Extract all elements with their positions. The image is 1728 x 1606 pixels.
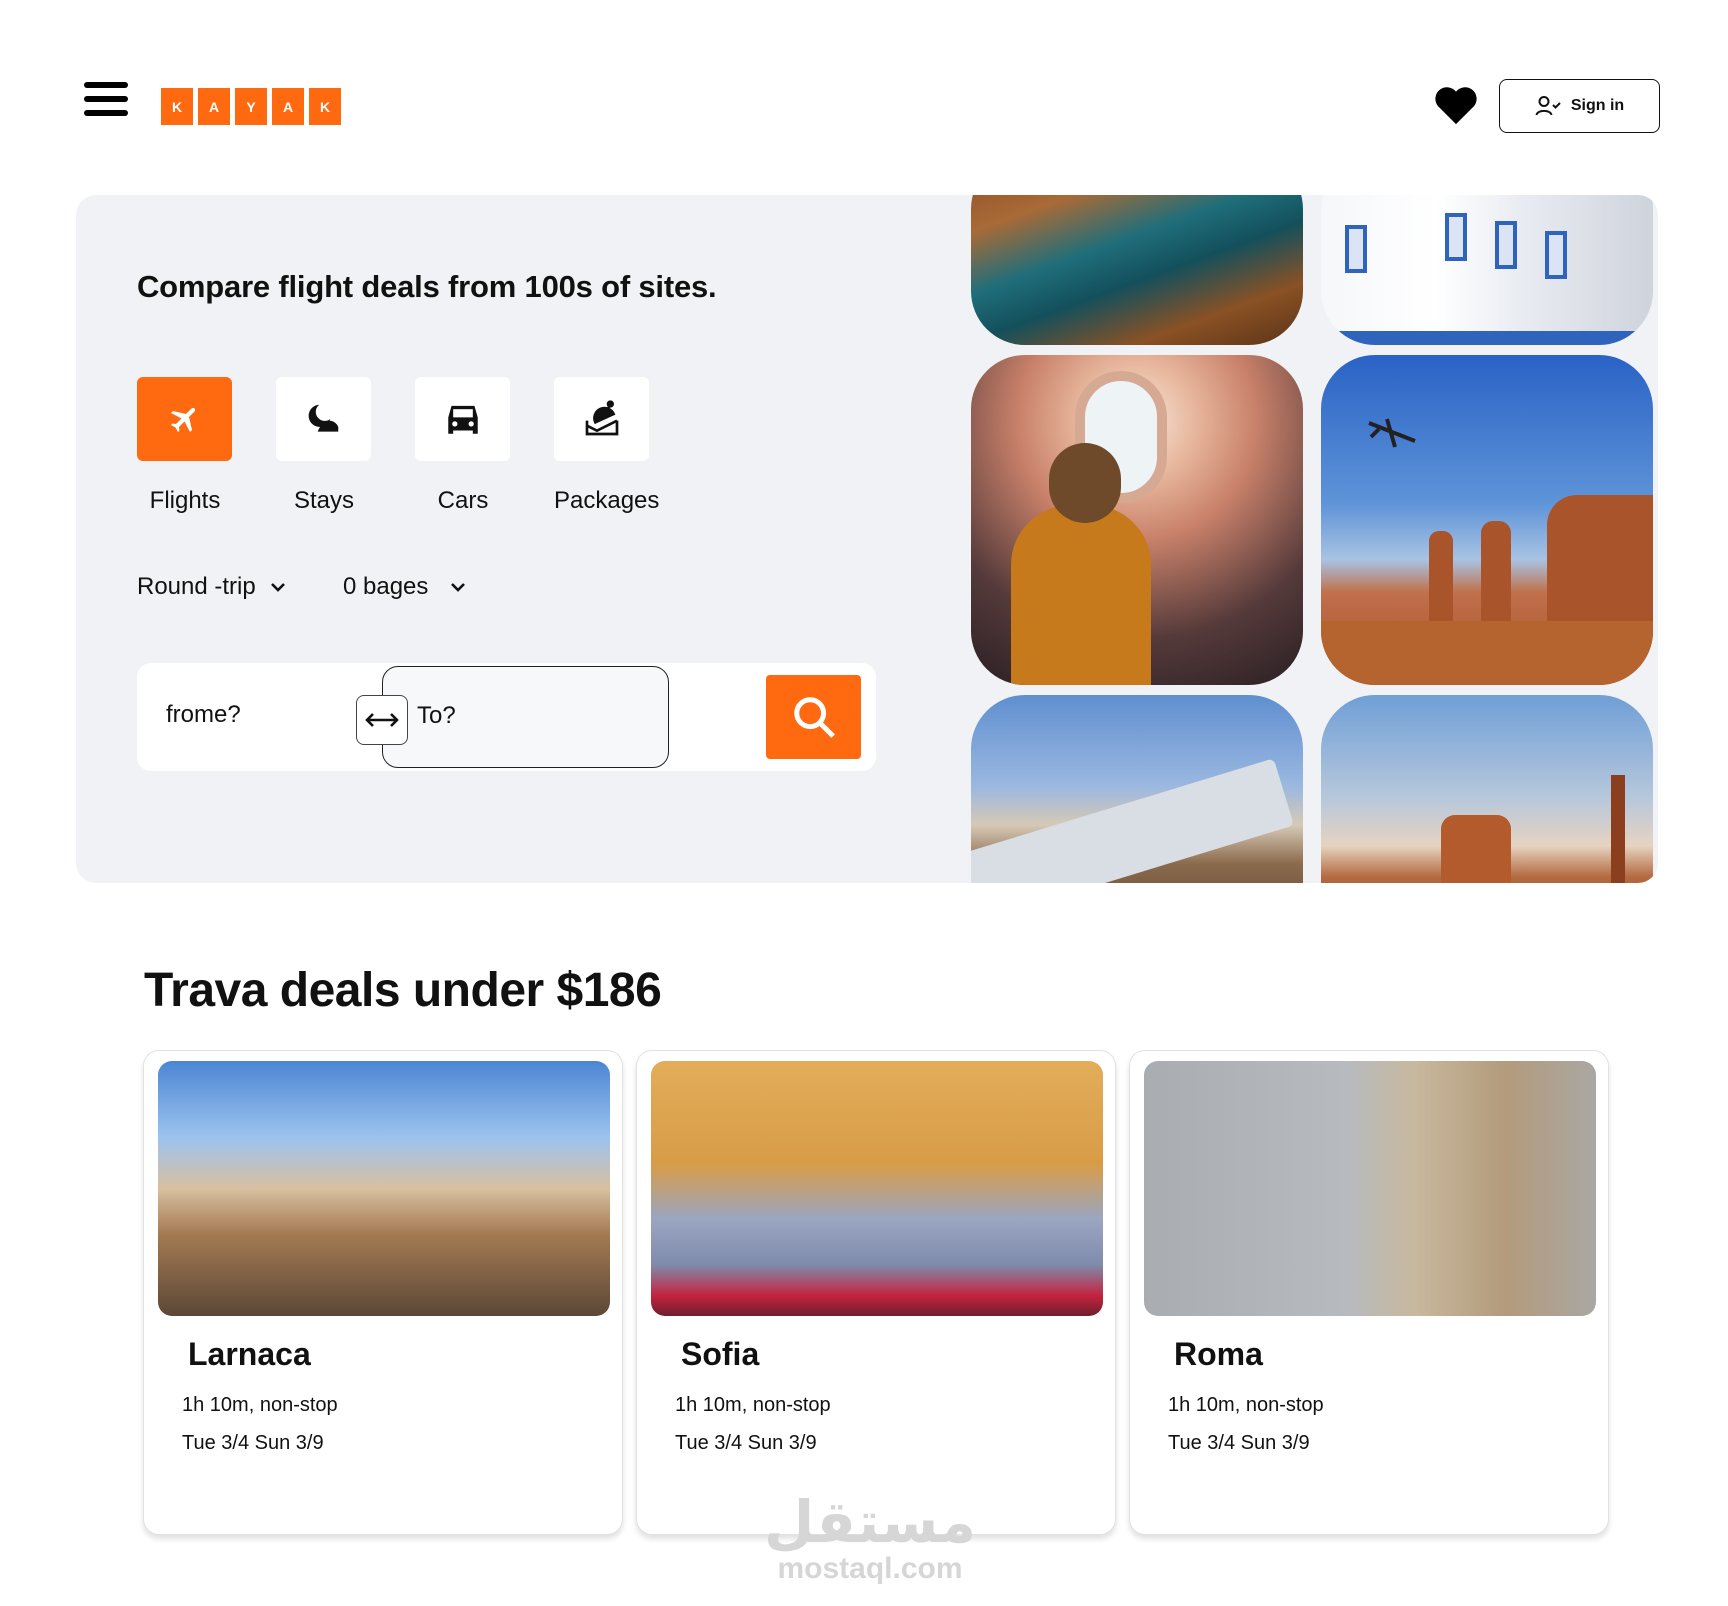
tab-cars[interactable]: Cars bbox=[415, 377, 511, 515]
deal-city: Sofia bbox=[681, 1336, 760, 1372]
tab-cars-label: Cars bbox=[437, 487, 489, 514]
airplane-icon bbox=[170, 407, 195, 433]
kayak-logo[interactable]: K A Y A K bbox=[161, 88, 341, 125]
bags-dropdown[interactable]: 0 bages bbox=[343, 573, 466, 601]
tab-flights-label: Flights bbox=[149, 487, 221, 514]
desert-plane-photo bbox=[1321, 355, 1653, 685]
to-input[interactable]: To? bbox=[382, 666, 669, 768]
deal-card-sofia[interactable]: Sofia 1h 10m, non-stop Tue 3/4 Sun 3/9 bbox=[636, 1050, 1116, 1535]
tab-stays-label: Stays bbox=[293, 487, 355, 514]
aerial-canyon-photo bbox=[971, 195, 1303, 345]
from-input[interactable]: frome? bbox=[166, 701, 241, 729]
deal-dates: Tue 3/4 Sun 3/9 bbox=[1168, 1432, 1310, 1454]
trip-type-dropdown[interactable]: Round -trip bbox=[137, 573, 286, 601]
car-icon bbox=[447, 405, 478, 434]
deal-card-roma[interactable]: Roma 1h 10m, non-stop Tue 3/4 Sun 3/9 bbox=[1129, 1050, 1609, 1535]
deal-city: Larnaca bbox=[188, 1336, 311, 1372]
trip-type-value: Round -trip bbox=[137, 573, 256, 600]
sign-in-button[interactable]: Sign in bbox=[1499, 79, 1660, 133]
moon-bed-icon bbox=[308, 404, 338, 432]
hero-title: Compare flight deals from 100s of sites. bbox=[137, 269, 717, 304]
deal-city: Roma bbox=[1174, 1336, 1263, 1372]
deal-dates: Tue 3/4 Sun 3/9 bbox=[675, 1432, 817, 1454]
deal-duration: 1h 10m, non-stop bbox=[1168, 1394, 1324, 1416]
logo-letter: Y bbox=[235, 88, 267, 125]
user-check-icon bbox=[1535, 96, 1561, 116]
swap-locations-button[interactable] bbox=[356, 695, 408, 745]
white-street-photo bbox=[1321, 195, 1653, 345]
logo-letter: K bbox=[309, 88, 341, 125]
deal-card-larnaca[interactable]: Larnaca 1h 10m, non-stop Tue 3/4 Sun 3/9 bbox=[143, 1050, 623, 1535]
to-input-placeholder: To? bbox=[417, 702, 456, 729]
search-icon bbox=[793, 697, 835, 738]
search-button[interactable] bbox=[766, 675, 861, 759]
rock-formations-photo bbox=[1321, 695, 1653, 883]
swap-arrows-icon bbox=[365, 713, 399, 727]
logo-letter: A bbox=[272, 88, 304, 125]
sofia-photo bbox=[651, 1061, 1103, 1316]
bags-value: 0 bages bbox=[343, 573, 429, 600]
deal-duration: 1h 10m, non-stop bbox=[182, 1394, 338, 1416]
flight-search-bar: frome? To? bbox=[137, 663, 876, 771]
child-airplane-window-photo bbox=[971, 355, 1303, 685]
watermark-latin: mostaql.com bbox=[777, 1552, 963, 1585]
watermark-arabic: مستقل bbox=[763, 1488, 977, 1556]
tab-packages[interactable]: Packages bbox=[554, 377, 660, 515]
mostaql-watermark: مستقل mostaql.com bbox=[760, 1490, 980, 1584]
airplane-wing-photo bbox=[971, 695, 1303, 883]
roma-photo bbox=[1144, 1061, 1596, 1316]
hamburger-menu-icon[interactable] bbox=[84, 82, 128, 128]
chevron-down-icon bbox=[451, 583, 466, 592]
deal-duration: 1h 10m, non-stop bbox=[675, 1394, 831, 1416]
logo-letter: K bbox=[161, 88, 193, 125]
tab-stays[interactable]: Stays bbox=[276, 377, 372, 515]
package-icon bbox=[585, 400, 618, 436]
deal-dates: Tue 3/4 Sun 3/9 bbox=[182, 1432, 324, 1454]
logo-letter: A bbox=[198, 88, 230, 125]
chevron-down-icon bbox=[270, 583, 285, 592]
deals-title: Trava deals under $186 bbox=[144, 964, 662, 1017]
tab-flights[interactable]: Flights bbox=[137, 377, 233, 515]
hero-panel: Compare flight deals from 100s of sites.… bbox=[76, 195, 1658, 883]
favorites-heart-icon[interactable] bbox=[1433, 84, 1479, 128]
tab-packages-label: Packages bbox=[554, 487, 660, 514]
header: K A Y A K Sign in bbox=[0, 0, 1728, 180]
larnaca-photo bbox=[158, 1061, 610, 1316]
sign-in-label: Sign in bbox=[1570, 97, 1625, 114]
